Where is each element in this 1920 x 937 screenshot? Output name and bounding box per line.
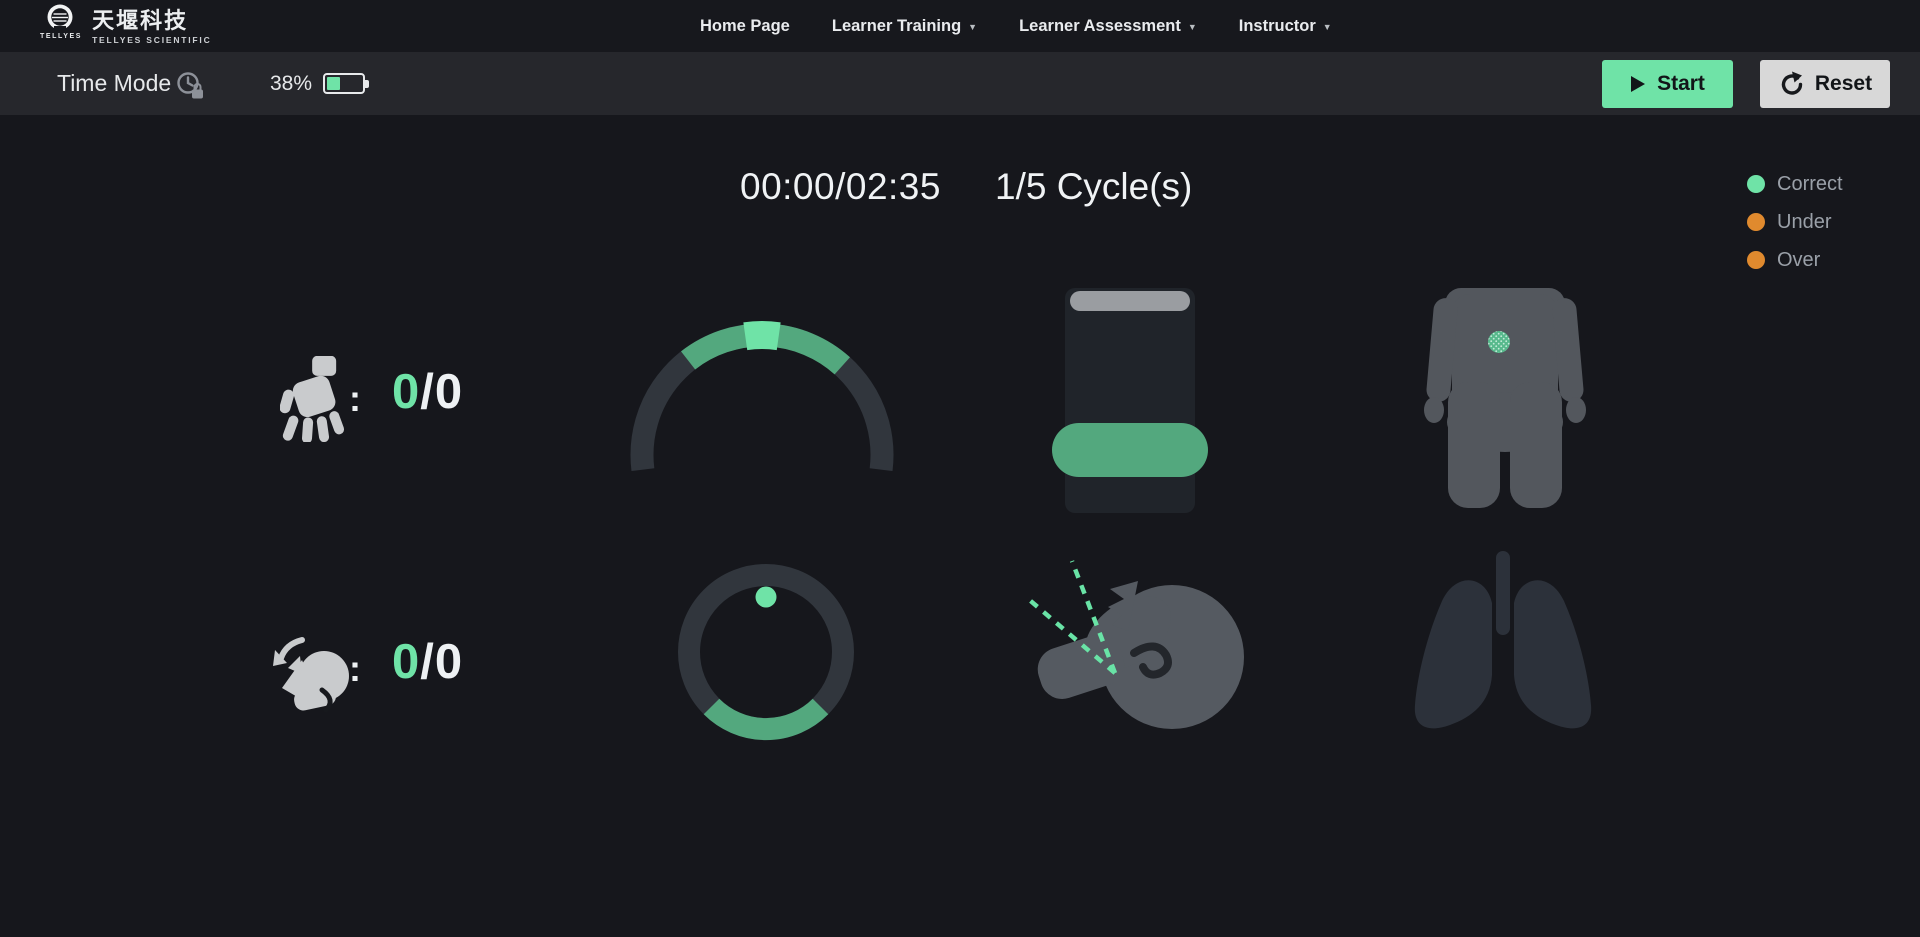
nav-learner-assessment[interactable]: Learner Assessment ▼ [1019,17,1197,36]
session-timer: 00:00/02:35 [740,166,941,208]
compression-correct-count: 0 [392,365,420,419]
reset-arrow-icon [1778,71,1804,97]
chest-compression-point [1488,331,1510,353]
over-dot-icon [1747,251,1765,269]
ventilation-ring-gauge [666,552,866,752]
compression-rate-gauge [612,305,912,475]
legend-item-correct: Correct [1747,170,1843,198]
lungs-icon [1400,545,1620,755]
torso-figure [1390,270,1620,520]
battery-status: 38% [270,52,365,115]
reset-button[interactable]: Reset [1760,60,1890,108]
battery-fill [327,77,340,90]
legend-item-under: Under [1747,208,1843,236]
start-button-label: Start [1657,72,1705,96]
nav-learner-training[interactable]: Learner Training ▼ [832,17,977,36]
brand-text: 天堰科技 TELLYES SCIENTIFIC [92,9,211,45]
ring-gauge-marker [756,587,777,608]
legend-item-over: Over [1747,246,1843,274]
nav-learner-training-label: Learner Training [832,17,961,36]
clock-lock-icon[interactable] [175,70,207,102]
correct-dot-icon [1747,175,1765,193]
brand-name-en: TELLYES SCIENTIFIC [92,35,211,45]
nav-instructor[interactable]: Instructor ▼ [1239,17,1332,36]
nav-home-page-label: Home Page [700,17,790,36]
battery-icon [323,73,365,94]
cycle-counter: 1/5 Cycle(s) [995,166,1192,208]
compression-colon: : [349,378,361,420]
ventilation-total-count: /0 [420,635,463,689]
tellyes-globe-icon [43,3,79,33]
reset-button-label: Reset [1815,72,1872,96]
top-nav: TELLYES 天堰科技 TELLYES SCIENTIFIC Home Pag… [0,0,1920,52]
legend-under-label: Under [1777,211,1831,234]
under-dot-icon [1747,213,1765,231]
hand-icon [280,356,352,442]
chevron-down-icon: ▼ [1188,22,1197,32]
legend-correct-label: Correct [1777,173,1843,196]
chevron-down-icon: ▼ [1323,22,1332,32]
head-tilt-icon [272,630,354,716]
start-button[interactable]: Start [1602,60,1733,108]
ventilation-score: 0/0 [392,634,463,690]
brand-logo[interactable]: TELLYES 天堰科技 TELLYES SCIENTIFIC [40,3,212,45]
airway-head-figure [1010,545,1250,745]
compression-total-count: /0 [420,365,463,419]
time-mode-label: Time Mode [57,70,171,97]
chevron-down-icon: ▼ [968,22,977,32]
cpr-training-app: TELLYES 天堰科技 TELLYES SCIENTIFIC Home Pag… [0,0,1920,937]
logo-mark: TELLYES [40,3,82,40]
main-menu: Home Page Learner Training ▼ Learner Ass… [700,0,1332,52]
ventilation-correct-count: 0 [392,635,420,689]
play-icon [1630,75,1646,93]
nav-instructor-label: Instructor [1239,17,1316,36]
ventilation-colon: : [349,648,361,690]
brand-name-cn: 天堰科技 [92,9,211,33]
status-legend: Correct Under Over [1747,170,1843,274]
battery-percent-label: 38% [270,72,312,96]
legend-over-label: Over [1777,249,1820,272]
depth-gauge-handle [1070,291,1190,311]
nav-learner-assessment-label: Learner Assessment [1019,17,1181,36]
depth-gauge-target-zone [1052,423,1208,477]
session-toolbar: Time Mode 38% Start Rese [0,52,1920,115]
compression-score: 0/0 [392,364,463,420]
logo-mark-text: TELLYES [40,33,82,40]
nav-home-page[interactable]: Home Page [700,17,790,36]
time-mode-group: Time Mode [57,52,207,115]
compression-depth-gauge [1065,288,1195,513]
